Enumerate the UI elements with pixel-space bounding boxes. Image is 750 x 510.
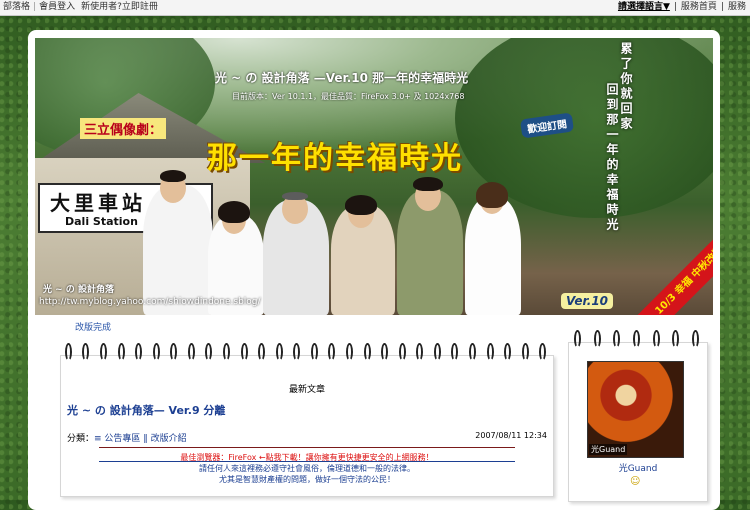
binder-ring-icon — [613, 330, 620, 348]
blog-url[interactable]: http://tw.myblog.yahoo.com/shiowdindone.… — [39, 297, 261, 307]
register-link[interactable]: 新使用者?立即註冊 — [78, 2, 161, 12]
blog-name: 光 ~ の 設計角落 — [43, 285, 114, 295]
binder-ring-icon — [100, 343, 107, 361]
binder-ring-icon — [223, 343, 230, 361]
divider — [99, 447, 515, 448]
binder-ring-icon — [170, 343, 177, 361]
binder-ring-icon — [328, 343, 335, 361]
person-hair — [476, 182, 508, 208]
binder-ring-icon — [469, 343, 476, 361]
binder-ring-icon — [153, 343, 160, 361]
binder-ring-icon — [188, 343, 195, 361]
binder-rings — [568, 330, 706, 350]
binder-ring-icon — [364, 343, 371, 361]
binder-ring-icon — [276, 343, 283, 361]
post-category: 分類：≡ 公告專區 ‖ 改版介紹 — [67, 431, 187, 444]
binder-ring-icon — [672, 330, 679, 348]
person-hair — [218, 201, 250, 223]
vertical-slogan-2: 回到那一年的幸福時光 — [605, 83, 619, 233]
person-hair — [413, 177, 443, 191]
binder-ring-icon — [451, 343, 458, 361]
service-link[interactable]: 服務 — [726, 2, 748, 12]
drama-title: 那一年的幸福時光 — [207, 141, 463, 176]
person-hair — [345, 195, 377, 215]
binder-ring-icon — [82, 343, 89, 361]
binder-ring-icon — [65, 343, 72, 361]
binder-ring-icon — [416, 343, 423, 361]
banner-version-subtitle: 目前版本：Ver 10.1.1，最佳品質：FireFox 3.0+ 及 1024… — [232, 92, 465, 101]
category-label: 分類： — [67, 434, 95, 444]
login-link[interactable]: 會員登入 — [36, 2, 78, 12]
latest-article-card: 最新文章 光 ~ の 設計角落— Ver.9 分離 分類：≡ 公告專區 ‖ 改版… — [60, 355, 554, 497]
top-navigation-bar: 部落格 | 會員登入 新使用者?立即註冊 請選擇語言▼ | 服務首頁 | 服務 — [0, 0, 750, 16]
divider: | — [673, 2, 677, 12]
person-figure — [143, 185, 213, 315]
station-sign-zh: 大里車站 — [50, 191, 146, 215]
version-badge: Ver.10 — [561, 293, 614, 309]
banner-version-title: 光 ~ の 設計角落 —Ver.10 那一年的幸福時光 — [215, 71, 469, 85]
profile-card: 光Guand 光Guand ☺ — [568, 342, 708, 502]
binder-ring-icon — [311, 343, 318, 361]
profile-name[interactable]: 光Guand — [569, 461, 707, 474]
binder-ring-icon — [346, 343, 353, 361]
binder-rings — [60, 343, 552, 363]
brand-link[interactable]: 部落格 — [0, 2, 33, 12]
blog-banner[interactable]: 大里車站 Dali Station 三立偶像劇： 光 ~ の 設計角落 —Ver… — [35, 38, 713, 315]
drama-tag: 三立偶像劇： — [80, 118, 167, 139]
binder-ring-icon — [522, 343, 529, 361]
binder-ring-icon — [293, 343, 300, 361]
person-hair — [160, 170, 186, 182]
rules-notice: 請任何人來這裡務必遵守社會風俗，倫理道德和一般的法律。 — [199, 464, 415, 473]
person-hair — [282, 192, 308, 200]
binder-ring-icon — [653, 330, 660, 348]
binder-ring-icon — [633, 330, 640, 348]
category-link[interactable]: ≡ 公告專區 ‖ 改版介紹 — [94, 434, 187, 444]
person-figure — [465, 197, 521, 315]
binder-ring-icon — [487, 343, 494, 361]
divider — [99, 461, 515, 462]
binder-ring-icon — [504, 343, 511, 361]
post-date: 2007/08/11 12:34 — [475, 431, 547, 440]
revision-ribbon: 10/3 幸福 中秋改版 — [631, 222, 713, 315]
binder-ring-icon — [692, 330, 699, 348]
station-sign-en: Dali Station — [65, 215, 138, 228]
section-title: 最新文章 — [288, 385, 325, 395]
binder-ring-icon — [574, 330, 581, 348]
language-select[interactable]: 請選擇語言▼ — [616, 2, 672, 12]
binder-ring-icon — [434, 343, 441, 361]
post-title[interactable]: 光 ~ の 設計角落— Ver.9 分離 — [67, 402, 225, 418]
avatar-caption: 光Guand — [589, 444, 628, 455]
service-home-link[interactable]: 服務首頁 — [679, 2, 719, 12]
binder-ring-icon — [135, 343, 142, 361]
divider: | — [720, 2, 724, 12]
binder-ring-icon — [539, 343, 546, 361]
binder-ring-icon — [258, 343, 265, 361]
binder-ring-icon — [381, 343, 388, 361]
revision-complete-link[interactable]: 改版完成 — [75, 320, 111, 333]
smiley-icon: ☺ — [630, 476, 641, 487]
binder-ring-icon — [594, 330, 601, 348]
copyright-notice: 尤其是智慧財產權的問題，做好一個守法的公民！ — [219, 475, 395, 484]
binder-ring-icon — [118, 343, 125, 361]
binder-ring-icon — [241, 343, 248, 361]
binder-ring-icon — [205, 343, 212, 361]
binder-ring-icon — [399, 343, 406, 361]
